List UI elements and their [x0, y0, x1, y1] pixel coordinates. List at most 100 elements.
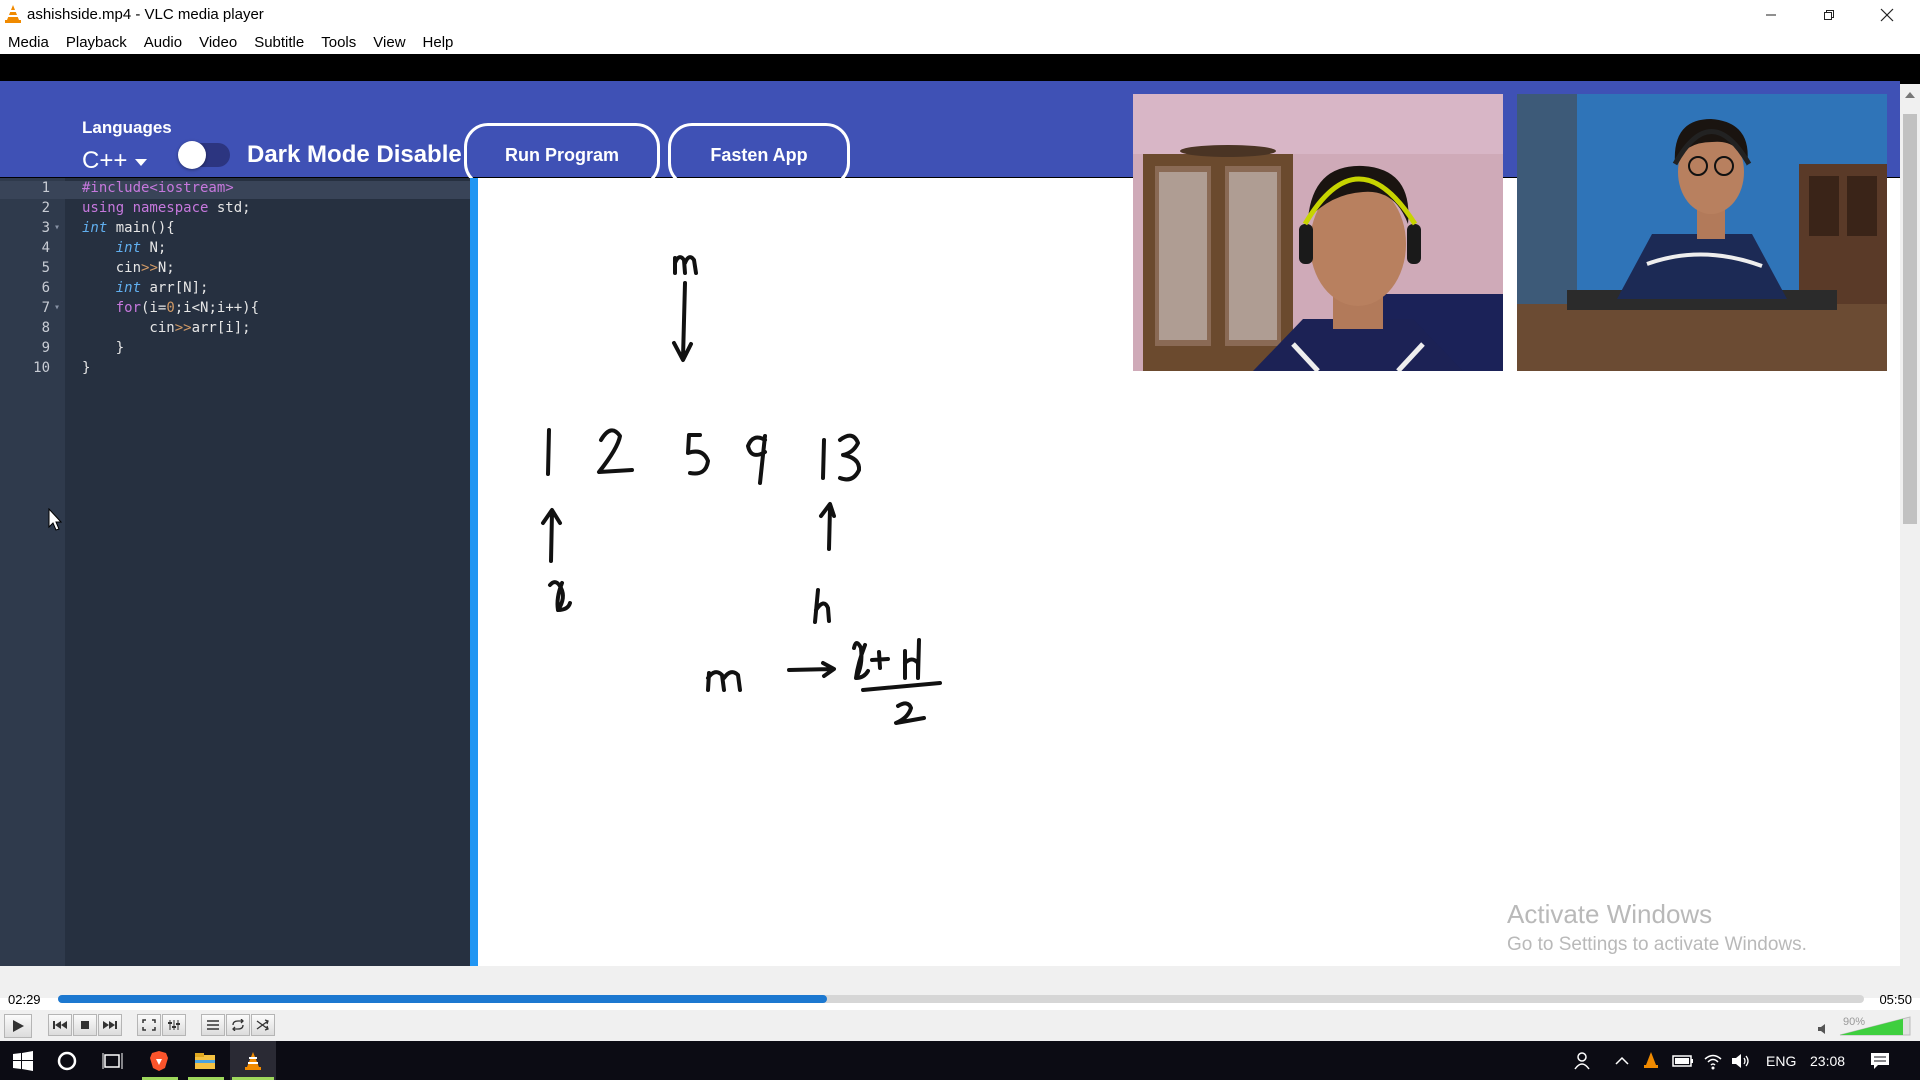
task-view-icon	[102, 1052, 123, 1069]
notification-icon[interactable]	[1870, 1051, 1890, 1071]
line-number: 5	[41, 260, 50, 276]
code-line: 1 #include<iostream>	[0, 178, 470, 198]
seek-progress	[58, 995, 828, 1003]
extended-settings-icon	[168, 1020, 180, 1030]
code-line: 5 cin>>N;	[0, 258, 470, 278]
current-time: 02:29	[8, 992, 41, 1007]
file-explorer-icon	[195, 1052, 215, 1069]
code-text: cin>>arr[i];	[82, 320, 251, 336]
shuffle-icon	[256, 1019, 269, 1031]
code-text: int N;	[115, 240, 167, 256]
code-line: 6 int arr[N];	[0, 278, 470, 298]
menu-media[interactable]: Media	[0, 30, 58, 54]
line-number: 3	[41, 220, 50, 236]
speaker-icon[interactable]	[1731, 1053, 1751, 1069]
chevron-down-icon	[135, 159, 147, 166]
window-title: ashishside.mp4 - VLC media player	[27, 6, 264, 23]
code-editor: 1 #include<iostream> 2 using namespace std;…	[0, 178, 470, 966]
code-text: }	[82, 360, 91, 376]
line-number: 7	[41, 300, 50, 316]
close-button[interactable]	[1858, 0, 1916, 30]
play-button[interactable]	[4, 1014, 32, 1038]
vlc-tray-icon[interactable]	[1643, 1051, 1659, 1069]
menu-audio[interactable]: Audio	[136, 30, 191, 54]
code-text: using namespace std;	[82, 200, 251, 216]
line-number: 4	[41, 240, 50, 256]
taskbar-clock[interactable]: 23:08	[1810, 1053, 1845, 1069]
code-text: #include<iostream>	[82, 180, 234, 196]
stop-button[interactable]	[73, 1014, 97, 1036]
input-language[interactable]: ENG	[1766, 1053, 1796, 1069]
line-number: 10	[33, 360, 50, 376]
minimize-icon	[1766, 14, 1776, 16]
menu-video[interactable]: Video	[191, 30, 246, 54]
webcam-feed-left	[1133, 94, 1503, 371]
playlist-icon	[207, 1020, 219, 1030]
people-icon[interactable]	[1574, 1051, 1594, 1071]
speaker-volume-icon[interactable]	[1817, 1023, 1831, 1035]
extended-settings-button[interactable]	[162, 1014, 186, 1036]
menu-tools[interactable]: Tools	[313, 30, 365, 54]
vlc-cone-icon	[5, 5, 21, 23]
whiteboard-drawing	[541, 255, 942, 725]
wifi-icon[interactable]	[1703, 1052, 1723, 1070]
line-number: 9	[41, 340, 50, 356]
controls-row	[0, 1010, 1920, 1041]
battery-icon[interactable]	[1672, 1055, 1694, 1067]
chevron-up-icon[interactable]	[1614, 1055, 1630, 1067]
cortana-icon	[57, 1051, 77, 1070]
loop-button[interactable]	[226, 1014, 250, 1036]
video-frame[interactable]: Languages C++ Dark Mode Disable Run Prog…	[0, 54, 1920, 966]
code-line: 9 }	[0, 338, 470, 358]
editor-divider	[470, 178, 478, 966]
webcam-feed-right	[1517, 94, 1887, 371]
fold-arrow-icon: ▾	[54, 302, 61, 313]
seek-row	[0, 966, 1920, 998]
minimize-button[interactable]	[1742, 0, 1800, 30]
windows-start-button[interactable]	[0, 1041, 46, 1080]
code-line: 2 using namespace std;	[0, 198, 470, 218]
restore-button[interactable]	[1800, 0, 1858, 30]
code-text: int main(){	[82, 220, 175, 236]
cortana-button[interactable]	[44, 1041, 90, 1080]
line-number: 8	[41, 320, 50, 336]
next-icon	[103, 1021, 117, 1029]
menu-help[interactable]: Help	[415, 30, 463, 54]
dark-mode-toggle	[178, 141, 230, 169]
toggle-knob	[178, 141, 206, 169]
shuffle-button[interactable]	[251, 1014, 275, 1036]
menu-view[interactable]: View	[365, 30, 414, 54]
title-bar: ashishside.mp4 - VLC media player	[0, 0, 1920, 30]
brave-browser-button[interactable]	[136, 1041, 182, 1080]
playlist-button[interactable]	[201, 1014, 225, 1036]
code-line: 10}	[0, 358, 470, 378]
previous-icon	[53, 1021, 67, 1029]
fullscreen-button[interactable]	[137, 1014, 161, 1036]
line-number: 1	[41, 180, 50, 196]
code-line: 4 int N;	[0, 238, 470, 258]
volume-label: 90%	[1843, 1016, 1866, 1028]
previous-button[interactable]	[48, 1014, 72, 1036]
file-explorer-button[interactable]	[182, 1041, 228, 1080]
next-button[interactable]	[98, 1014, 122, 1036]
code-text: int arr[N];	[115, 280, 209, 296]
play-icon	[13, 1020, 24, 1032]
total-time: 05:50	[1879, 992, 1912, 1007]
scroll-up-arrow-icon	[1905, 92, 1915, 98]
taskbar	[0, 1041, 1920, 1080]
stop-icon	[81, 1021, 89, 1029]
task-view-button[interactable]	[90, 1041, 136, 1080]
seek-slider[interactable]	[58, 995, 1864, 1003]
brave-browser-icon	[150, 1050, 168, 1071]
code-line: 7 ▾ for(i=0;i<N;i++){	[0, 298, 470, 318]
menu-subtitle[interactable]: Subtitle	[246, 30, 313, 54]
loop-icon	[232, 1019, 244, 1031]
restore-icon	[1824, 10, 1834, 20]
windows-start-icon	[13, 1050, 33, 1071]
vlc-taskbar-button[interactable]	[230, 1041, 276, 1080]
menu-playback[interactable]: Playback	[58, 30, 136, 54]
mouse-cursor-icon	[48, 508, 63, 531]
language-select: C++	[82, 147, 128, 174]
code-text: }	[82, 340, 125, 356]
line-number: 2	[41, 200, 50, 216]
